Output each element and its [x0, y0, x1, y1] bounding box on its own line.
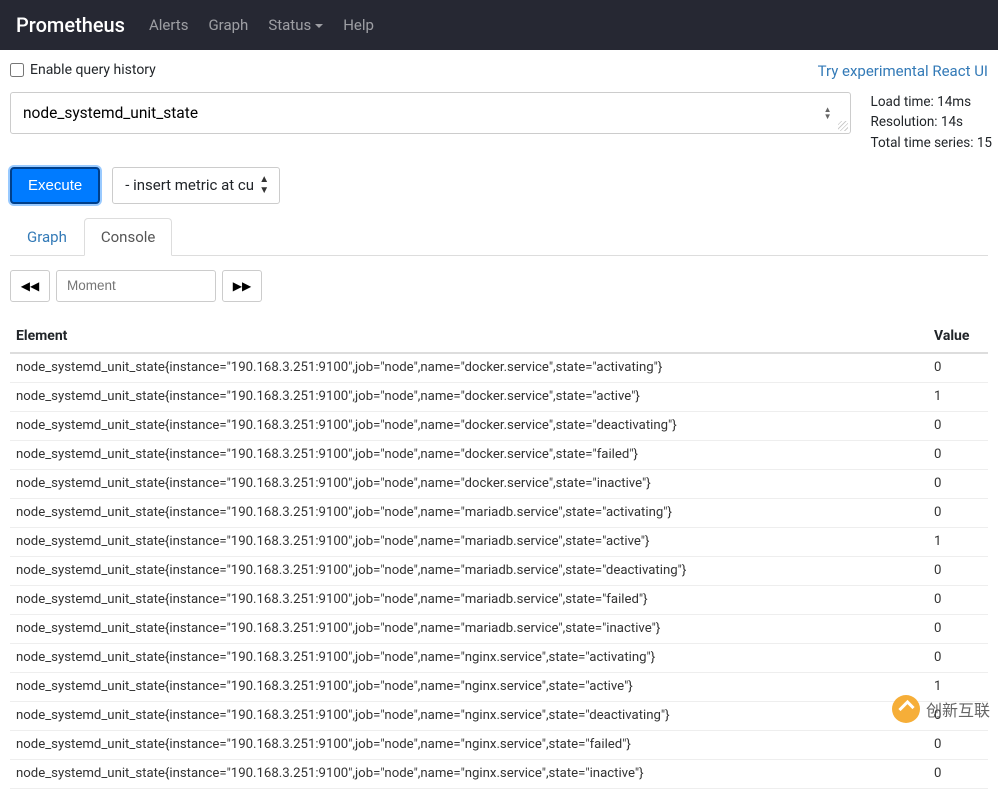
tab-graph[interactable]: Graph [10, 218, 84, 256]
forward-icon: ▶▶ [233, 279, 251, 293]
table-row: node_systemd_unit_state{instance="190.16… [10, 382, 988, 411]
result-tabs: Graph Console [10, 218, 988, 256]
watermark: 创新互联 [892, 695, 990, 723]
cell-value: 0 [928, 643, 988, 672]
brand-logo[interactable]: Prometheus [16, 13, 125, 37]
cell-value: 0 [928, 469, 988, 498]
spinner-icon[interactable]: ▲▼ [824, 106, 832, 120]
cell-element: node_systemd_unit_state{instance="190.16… [10, 469, 928, 498]
cell-element: node_systemd_unit_state{instance="190.16… [10, 411, 928, 440]
nav-graph[interactable]: Graph [208, 16, 248, 34]
cell-value: 0 [928, 556, 988, 585]
col-element: Element [10, 320, 928, 353]
history-checkbox-input[interactable] [10, 63, 24, 77]
cell-value: 0 [928, 614, 988, 643]
nav-help[interactable]: Help [343, 16, 374, 34]
moment-next-button[interactable]: ▶▶ [222, 270, 262, 302]
moment-input[interactable] [56, 270, 216, 302]
table-row: node_systemd_unit_state{instance="190.16… [10, 759, 988, 788]
watermark-icon [892, 695, 920, 723]
table-row: node_systemd_unit_state{instance="190.16… [10, 730, 988, 759]
stat-total-series: Total time series: 15 [871, 133, 992, 153]
cell-value: 1 [928, 527, 988, 556]
cell-value: 0 [928, 759, 988, 788]
table-row: node_systemd_unit_state{instance="190.16… [10, 701, 988, 730]
results-table: Element Value node_systemd_unit_state{in… [10, 320, 988, 789]
cell-element: node_systemd_unit_state{instance="190.16… [10, 585, 928, 614]
cell-element: node_systemd_unit_state{instance="190.16… [10, 440, 928, 469]
stat-resolution: Resolution: 14s [871, 112, 992, 132]
nav-status[interactable]: Status [268, 16, 323, 34]
react-ui-link[interactable]: Try experimental React UI [818, 62, 988, 80]
table-row: node_systemd_unit_state{instance="190.16… [10, 614, 988, 643]
query-expression-input[interactable] [11, 93, 850, 133]
cell-value: 0 [928, 353, 988, 383]
cell-element: node_systemd_unit_state{instance="190.16… [10, 614, 928, 643]
query-stats: Load time: 14ms Resolution: 14s Total ti… [871, 92, 992, 153]
cell-element: node_systemd_unit_state{instance="190.16… [10, 759, 928, 788]
cell-value: 0 [928, 440, 988, 469]
cell-element: node_systemd_unit_state{instance="190.16… [10, 353, 928, 383]
table-row: node_systemd_unit_state{instance="190.16… [10, 527, 988, 556]
stat-load-time: Load time: 14ms [871, 92, 992, 112]
cell-element: node_systemd_unit_state{instance="190.16… [10, 730, 928, 759]
resize-grip-icon[interactable] [838, 121, 848, 131]
table-row: node_systemd_unit_state{instance="190.16… [10, 411, 988, 440]
execute-button[interactable]: Execute [10, 167, 100, 204]
table-row: node_systemd_unit_state{instance="190.16… [10, 643, 988, 672]
table-row: node_systemd_unit_state{instance="190.16… [10, 469, 988, 498]
cell-element: node_systemd_unit_state{instance="190.16… [10, 701, 928, 730]
metric-select-label: - insert metric at cu [125, 176, 254, 194]
cell-value: 0 [928, 585, 988, 614]
table-row: node_systemd_unit_state{instance="190.16… [10, 498, 988, 527]
cell-element: node_systemd_unit_state{instance="190.16… [10, 382, 928, 411]
cell-element: node_systemd_unit_state{instance="190.16… [10, 498, 928, 527]
cell-value: 1 [928, 382, 988, 411]
moment-prev-button[interactable]: ◀◀ [10, 270, 50, 302]
table-row: node_systemd_unit_state{instance="190.16… [10, 672, 988, 701]
watermark-text: 创新互联 [926, 697, 990, 721]
cell-element: node_systemd_unit_state{instance="190.16… [10, 672, 928, 701]
cell-element: node_systemd_unit_state{instance="190.16… [10, 556, 928, 585]
enable-history-checkbox[interactable]: Enable query history [10, 62, 156, 78]
cell-element: node_systemd_unit_state{instance="190.16… [10, 527, 928, 556]
cell-value: 0 [928, 411, 988, 440]
cell-value: 0 [928, 730, 988, 759]
query-input-wrapper: ▲▼ [10, 92, 851, 134]
col-value: Value [928, 320, 988, 353]
select-caret-icon: ▲▼ [259, 174, 269, 196]
rewind-icon: ◀◀ [21, 279, 39, 293]
tab-console[interactable]: Console [84, 218, 173, 256]
cell-value: 0 [928, 498, 988, 527]
caret-down-icon [315, 24, 323, 28]
table-row: node_systemd_unit_state{instance="190.16… [10, 440, 988, 469]
table-row: node_systemd_unit_state{instance="190.16… [10, 556, 988, 585]
history-label: Enable query history [30, 62, 156, 78]
table-row: node_systemd_unit_state{instance="190.16… [10, 585, 988, 614]
table-row: node_systemd_unit_state{instance="190.16… [10, 353, 988, 383]
metric-select[interactable]: - insert metric at cu ▲▼ [112, 167, 280, 204]
navbar: Prometheus Alerts Graph Status Help [0, 0, 998, 50]
cell-element: node_systemd_unit_state{instance="190.16… [10, 643, 928, 672]
nav-alerts[interactable]: Alerts [149, 16, 189, 34]
